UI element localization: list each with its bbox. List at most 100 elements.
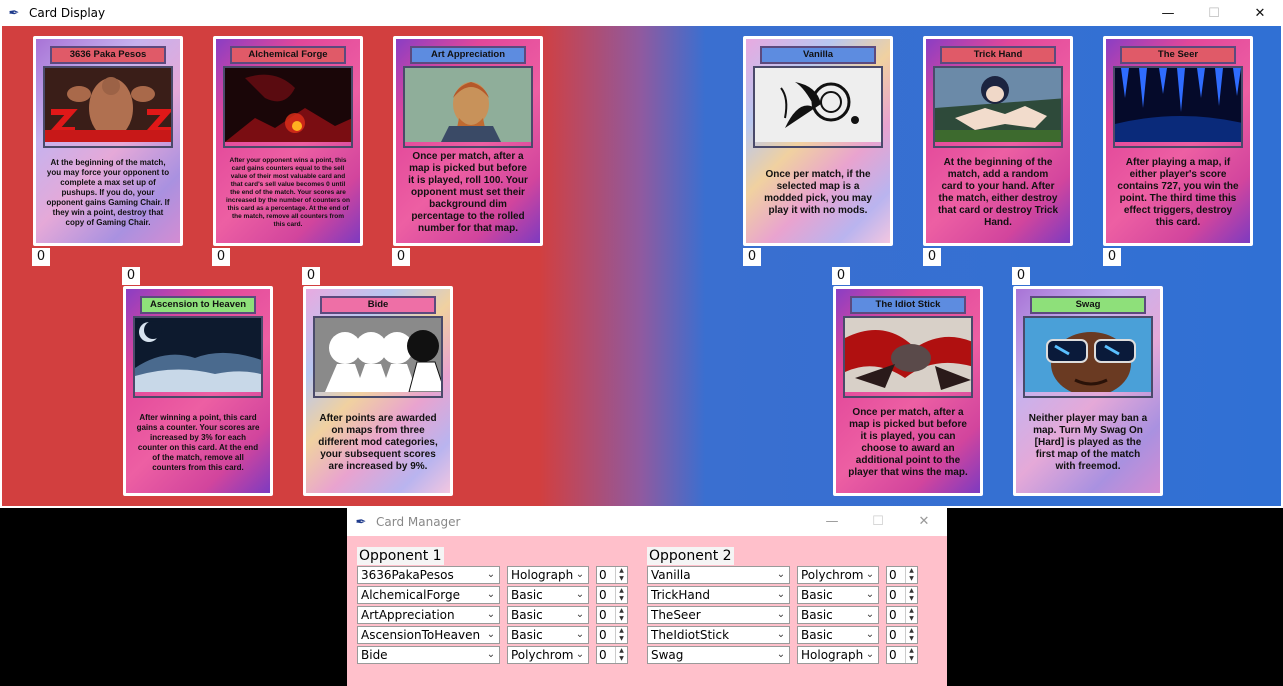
card-name-label: 3636 Paka Pesos bbox=[50, 46, 166, 64]
card-name-label: Ascension to Heaven bbox=[140, 296, 256, 314]
spin-up-icon[interactable]: ▲ bbox=[616, 647, 627, 655]
blue-crystal-art bbox=[1113, 66, 1243, 148]
card-the-seer: The Seer After playing a map, if either … bbox=[1103, 36, 1253, 246]
counter-spinbox[interactable]: 0 ▲ ▼ bbox=[886, 586, 918, 604]
tier-select[interactable]: Basic ⌄ bbox=[797, 626, 879, 644]
chevron-down-icon: ⌄ bbox=[574, 607, 586, 623]
maximize-button[interactable]: ☐ bbox=[855, 508, 901, 534]
card-select[interactable]: TheIdiotStick ⌄ bbox=[647, 626, 790, 644]
counter-spinbox[interactable]: 0 ▲ ▼ bbox=[886, 646, 918, 664]
counter-spinbox[interactable]: 0 ▲ ▼ bbox=[886, 606, 918, 624]
counter-spinbox[interactable]: 0 ▲ ▼ bbox=[596, 646, 628, 664]
tier-select[interactable]: Basic ⌄ bbox=[507, 586, 589, 604]
spin-down-icon[interactable]: ▼ bbox=[906, 615, 917, 623]
card-effect-text: After points are awarded on maps from th… bbox=[318, 413, 438, 472]
spin-up-icon[interactable]: ▲ bbox=[616, 587, 627, 595]
minimize-button[interactable]: — bbox=[1145, 0, 1191, 26]
spin-up-icon[interactable]: ▲ bbox=[906, 567, 917, 575]
card-counter: 0 bbox=[832, 267, 850, 285]
counter-spinbox[interactable]: 0 ▲ ▼ bbox=[596, 586, 628, 604]
spin-up-icon[interactable]: ▲ bbox=[616, 567, 627, 575]
card-effect-text: Neither player may ban a map. Turn My Sw… bbox=[1028, 413, 1148, 472]
opponent2-label: Opponent 2 bbox=[647, 547, 734, 565]
card-name-label: Bide bbox=[320, 296, 436, 314]
spin-up-icon[interactable]: ▲ bbox=[616, 627, 627, 635]
card-3636-paka-pesos: 3636 Paka Pesos At the beginning of the … bbox=[33, 36, 183, 246]
card-art-appreciation: Art Appreciation Once per match, after a… bbox=[393, 36, 543, 246]
card-select[interactable]: ArtAppreciation ⌄ bbox=[357, 606, 500, 624]
card-select[interactable]: AscensionToHeaven ⌄ bbox=[357, 626, 500, 644]
card-counter: 0 bbox=[122, 267, 140, 285]
spin-down-icon[interactable]: ▼ bbox=[616, 595, 627, 603]
counter-spinbox[interactable]: 0 ▲ ▼ bbox=[886, 566, 918, 584]
feather-icon: ✒ bbox=[8, 5, 20, 20]
card-effect-text: Once per match, if the selected map is a… bbox=[764, 169, 872, 216]
display-titlebar[interactable]: ✒ Card Display — ☐ ✕ bbox=[0, 0, 1283, 26]
card-the-idiot-stick: The Idiot Stick Once per match, after a … bbox=[833, 286, 983, 496]
chevron-down-icon: ⌄ bbox=[485, 587, 497, 603]
chevron-down-icon: ⌄ bbox=[775, 647, 787, 663]
card-name-label: Alchemical Forge bbox=[230, 46, 346, 64]
close-button[interactable]: ✕ bbox=[901, 508, 947, 534]
tier-select[interactable]: Polychrome ⌄ bbox=[797, 566, 879, 584]
spin-up-icon[interactable]: ▲ bbox=[906, 627, 917, 635]
card-select[interactable]: TrickHand ⌄ bbox=[647, 586, 790, 604]
card-select[interactable]: Swag ⌄ bbox=[647, 646, 790, 664]
card-select[interactable]: TheSeer ⌄ bbox=[647, 606, 790, 624]
counter-spinbox[interactable]: 0 ▲ ▼ bbox=[596, 606, 628, 624]
portrait-painting-art bbox=[403, 66, 533, 148]
card-counter: 0 bbox=[743, 248, 761, 266]
card-counter: 0 bbox=[923, 248, 941, 266]
card-vanilla: Vanilla Once per match, if the selected … bbox=[743, 36, 893, 246]
card-select[interactable]: AlchemicalForge ⌄ bbox=[357, 586, 500, 604]
chevron-down-icon: ⌄ bbox=[775, 587, 787, 603]
card-select[interactable]: 3636PakaPesos ⌄ bbox=[357, 566, 500, 584]
spin-up-icon[interactable]: ▲ bbox=[906, 647, 917, 655]
card-name-label: The Idiot Stick bbox=[850, 296, 966, 314]
tier-select[interactable]: Basic ⌄ bbox=[507, 626, 589, 644]
tier-select[interactable]: Basic ⌄ bbox=[797, 606, 879, 624]
spin-down-icon[interactable]: ▼ bbox=[906, 575, 917, 583]
card-counter: 0 bbox=[1012, 267, 1030, 285]
manager-titlebar[interactable]: ✒ Card Manager — ☐ ✕ bbox=[347, 508, 947, 536]
chevron-down-icon: ⌄ bbox=[574, 587, 586, 603]
spin-down-icon[interactable]: ▼ bbox=[616, 635, 627, 643]
chevron-down-icon: ⌄ bbox=[574, 647, 586, 663]
card-name-label: Art Appreciation bbox=[410, 46, 526, 64]
close-button[interactable]: ✕ bbox=[1237, 0, 1283, 26]
tier-select[interactable]: Holographic ⌄ bbox=[507, 566, 589, 584]
chevron-down-icon: ⌄ bbox=[574, 627, 586, 643]
chevron-down-icon: ⌄ bbox=[485, 647, 497, 663]
display-window-title: Card Display bbox=[29, 6, 106, 20]
feather-icon: ✒ bbox=[355, 514, 367, 529]
spin-up-icon[interactable]: ▲ bbox=[906, 587, 917, 595]
spin-down-icon[interactable]: ▼ bbox=[616, 575, 627, 583]
tier-select[interactable]: Polychrome ⌄ bbox=[507, 646, 589, 664]
ink-splash-art bbox=[753, 66, 883, 148]
spin-down-icon[interactable]: ▼ bbox=[616, 615, 627, 623]
spin-up-icon[interactable]: ▲ bbox=[616, 607, 627, 615]
maximize-button[interactable]: ☐ bbox=[1191, 0, 1237, 26]
minimize-button[interactable]: — bbox=[809, 508, 855, 534]
spin-down-icon[interactable]: ▼ bbox=[906, 595, 917, 603]
card-counter: 0 bbox=[1103, 248, 1121, 266]
counter-spinbox[interactable]: 0 ▲ ▼ bbox=[886, 626, 918, 644]
counter-spinbox[interactable]: 0 ▲ ▼ bbox=[596, 626, 628, 644]
cloud-planet-art bbox=[133, 316, 263, 398]
counter-spinbox[interactable]: 0 ▲ ▼ bbox=[596, 566, 628, 584]
spin-down-icon[interactable]: ▼ bbox=[906, 655, 917, 663]
tier-select[interactable]: Basic ⌄ bbox=[507, 606, 589, 624]
sunglasses-man-art bbox=[1023, 316, 1153, 398]
tier-select[interactable]: Basic ⌄ bbox=[797, 586, 879, 604]
spin-down-icon[interactable]: ▼ bbox=[906, 635, 917, 643]
card-counter: 0 bbox=[392, 248, 410, 266]
chevron-down-icon: ⌄ bbox=[485, 607, 497, 623]
card-bide: Bide After points are awarded on maps fr… bbox=[303, 286, 453, 496]
tier-select[interactable]: Holographic ⌄ bbox=[797, 646, 879, 664]
chevron-down-icon: ⌄ bbox=[574, 567, 586, 583]
spin-down-icon[interactable]: ▼ bbox=[616, 655, 627, 663]
chevron-down-icon: ⌄ bbox=[485, 567, 497, 583]
spin-up-icon[interactable]: ▲ bbox=[906, 607, 917, 615]
card-select[interactable]: Vanilla ⌄ bbox=[647, 566, 790, 584]
card-select[interactable]: Bide ⌄ bbox=[357, 646, 500, 664]
